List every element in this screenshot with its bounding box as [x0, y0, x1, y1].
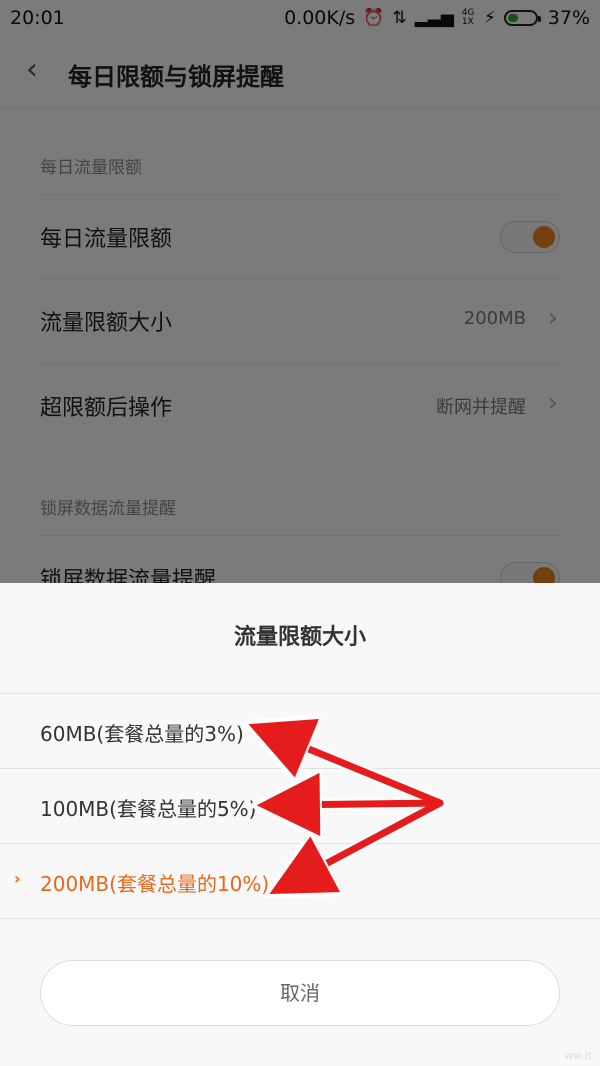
option-label: 200MB(套餐总量的10%): [40, 872, 270, 896]
option-label: 60MB(套餐总量的3%): [40, 722, 244, 746]
bottom-sheet: 流量限额大小 60MB(套餐总量的3%) 100MB(套餐总量的5%) › 20…: [0, 583, 600, 1066]
option-label: 100MB(套餐总量的5%): [40, 797, 257, 821]
selected-chevron-icon: ›: [14, 869, 21, 888]
watermark: ww.it: [564, 1049, 592, 1062]
option-100mb[interactable]: 100MB(套餐总量的5%): [0, 769, 600, 844]
cancel-button[interactable]: 取消: [40, 960, 560, 1026]
option-200mb[interactable]: › 200MB(套餐总量的10%): [0, 844, 600, 919]
dialog-title: 流量限额大小: [0, 583, 600, 694]
dim-overlay[interactable]: [0, 0, 600, 583]
option-60mb[interactable]: 60MB(套餐总量的3%): [0, 694, 600, 769]
